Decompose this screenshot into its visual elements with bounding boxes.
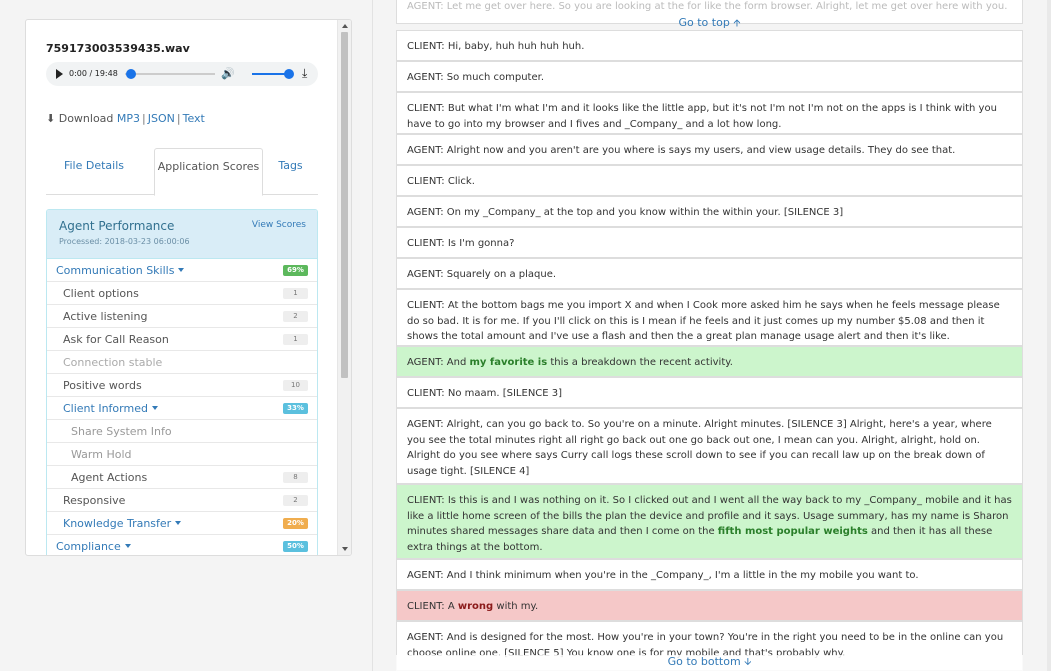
transcript-line-negative: CLIENT: A wrong with my. (396, 590, 1023, 621)
keyword-highlight: fifth most popular weights (717, 526, 868, 537)
category-communication-skills[interactable]: Communication Skills 69% (47, 259, 317, 282)
chevron-down-icon (151, 406, 158, 410)
go-to-bottom-link[interactable]: Go to bottom 🡫 (396, 655, 1023, 671)
chevron-down-icon (124, 544, 131, 548)
arrow-up-icon: 🡩 (733, 18, 741, 29)
page: 759173003539435.wav 0:00 / 19:48 🔊 ⤓ ⬇ D… (0, 0, 1051, 671)
transcript-line: CLIENT: Hi, baby, huh huh huh huh. (396, 30, 1023, 61)
scrollbar-thumb[interactable] (341, 32, 348, 378)
panel-scrollbar[interactable] (337, 20, 351, 555)
scores-panel: Agent Performance Processed: 2018-03-23 … (46, 209, 318, 555)
play-icon[interactable] (56, 69, 63, 79)
transcript-line: AGENT: So much computer. (396, 61, 1023, 92)
scroll-up-icon[interactable] (342, 24, 348, 28)
count-badge: 8 (283, 472, 308, 483)
download-json-link[interactable]: JSON (148, 112, 175, 125)
window-edge (1047, 0, 1051, 671)
scores-header: Agent Performance Processed: 2018-03-23 … (47, 210, 317, 259)
processed-timestamp: Processed: 2018-03-23 06:00:06 (59, 237, 190, 246)
transcript-line: AGENT: Alright now and you aren't are yo… (396, 134, 1023, 165)
transcript: AGENT: Let me get over here. So you are … (396, 0, 1023, 671)
count-badge: 2 (283, 495, 308, 506)
score-row: Share System Info (47, 420, 317, 443)
score-badge: 50% (283, 541, 308, 552)
keyword-highlight: wrong (457, 601, 494, 612)
chevron-down-icon (175, 521, 182, 525)
seek-bar[interactable] (125, 73, 215, 75)
transcript-line-highlight: CLIENT: Is this is and I was nothing on … (396, 484, 1023, 559)
tab-application-scores[interactable]: Application Scores (154, 148, 263, 196)
score-row: Warm Hold (47, 443, 317, 466)
score-badge: 20% (283, 518, 308, 529)
tab-file-details[interactable]: File Details (46, 148, 142, 195)
column-divider (372, 0, 373, 671)
transcript-line: AGENT: On my _Company_ at the top and yo… (396, 196, 1023, 227)
score-row: Responsive 2 (47, 489, 317, 512)
file-panel: 759173003539435.wav 0:00 / 19:48 🔊 ⤓ ⬇ D… (25, 19, 352, 556)
download-label: Download (58, 112, 114, 125)
count-badge: 1 (283, 288, 308, 299)
transcript-line: AGENT: And I think minimum when you're i… (396, 559, 1023, 590)
count-badge: 2 (283, 311, 308, 322)
keyword-highlight: my favorite is (469, 357, 548, 368)
view-scores-link[interactable]: View Scores (252, 220, 306, 230)
transcript-line: CLIENT: Is I'm gonna? (396, 227, 1023, 258)
tab-bar: File Details Application Scores Tags (46, 148, 318, 196)
score-row: Agent Actions 8 (47, 466, 317, 489)
score-row: Client options 1 (47, 282, 317, 305)
count-badge: 10 (283, 380, 308, 391)
category-compliance[interactable]: Compliance 50% (47, 535, 317, 555)
file-name: 759173003539435.wav (46, 42, 190, 55)
player-time: 0:00 / 19:48 (69, 69, 118, 78)
score-row: Active listening 2 (47, 305, 317, 328)
download-icon[interactable]: ⤓ (302, 66, 307, 81)
volume-icon[interactable]: 🔊 (221, 67, 235, 80)
download-icon: ⬇ (46, 112, 56, 125)
download-mp3-link[interactable]: MP3 (117, 112, 140, 125)
score-row: Ask for Call Reason 1 (47, 328, 317, 351)
category-knowledge-transfer[interactable]: Knowledge Transfer 20% (47, 512, 317, 535)
volume-slider[interactable] (252, 73, 288, 75)
transcript-line: AGENT: Squarely on a plaque. (396, 258, 1023, 289)
transcript-line: AGENT: Alright, can you go back to. So y… (396, 408, 1023, 484)
volume-handle[interactable] (284, 69, 294, 79)
count-badge: 1 (283, 334, 308, 345)
transcript-line-highlight: AGENT: And my favorite is this a breakdo… (396, 346, 1023, 377)
transcript-line: CLIENT: Click. (396, 165, 1023, 196)
download-text-link[interactable]: Text (183, 112, 205, 125)
arrow-down-icon: 🡫 (744, 657, 752, 668)
chevron-down-icon (178, 268, 185, 272)
transcript-line: CLIENT: At the bottom bags me you import… (396, 289, 1023, 346)
tab-tags[interactable]: Tags (263, 148, 318, 195)
score-badge: 33% (283, 403, 308, 414)
score-badge: 69% (283, 265, 308, 276)
category-client-informed[interactable]: Client Informed 33% (47, 397, 317, 420)
transcript-line: CLIENT: No maam. [SILENCE 3] (396, 377, 1023, 408)
score-row: Connection stable (47, 351, 317, 374)
seek-handle[interactable] (126, 69, 136, 79)
audio-player[interactable]: 0:00 / 19:48 🔊 ⤓ (46, 62, 318, 86)
transcript-line: CLIENT: But what I'm what I'm and it loo… (396, 92, 1023, 134)
score-row: Positive words 10 (47, 374, 317, 397)
download-links: ⬇ Download MP3 | JSON | Text (46, 112, 205, 125)
scroll-down-icon[interactable] (342, 547, 348, 551)
